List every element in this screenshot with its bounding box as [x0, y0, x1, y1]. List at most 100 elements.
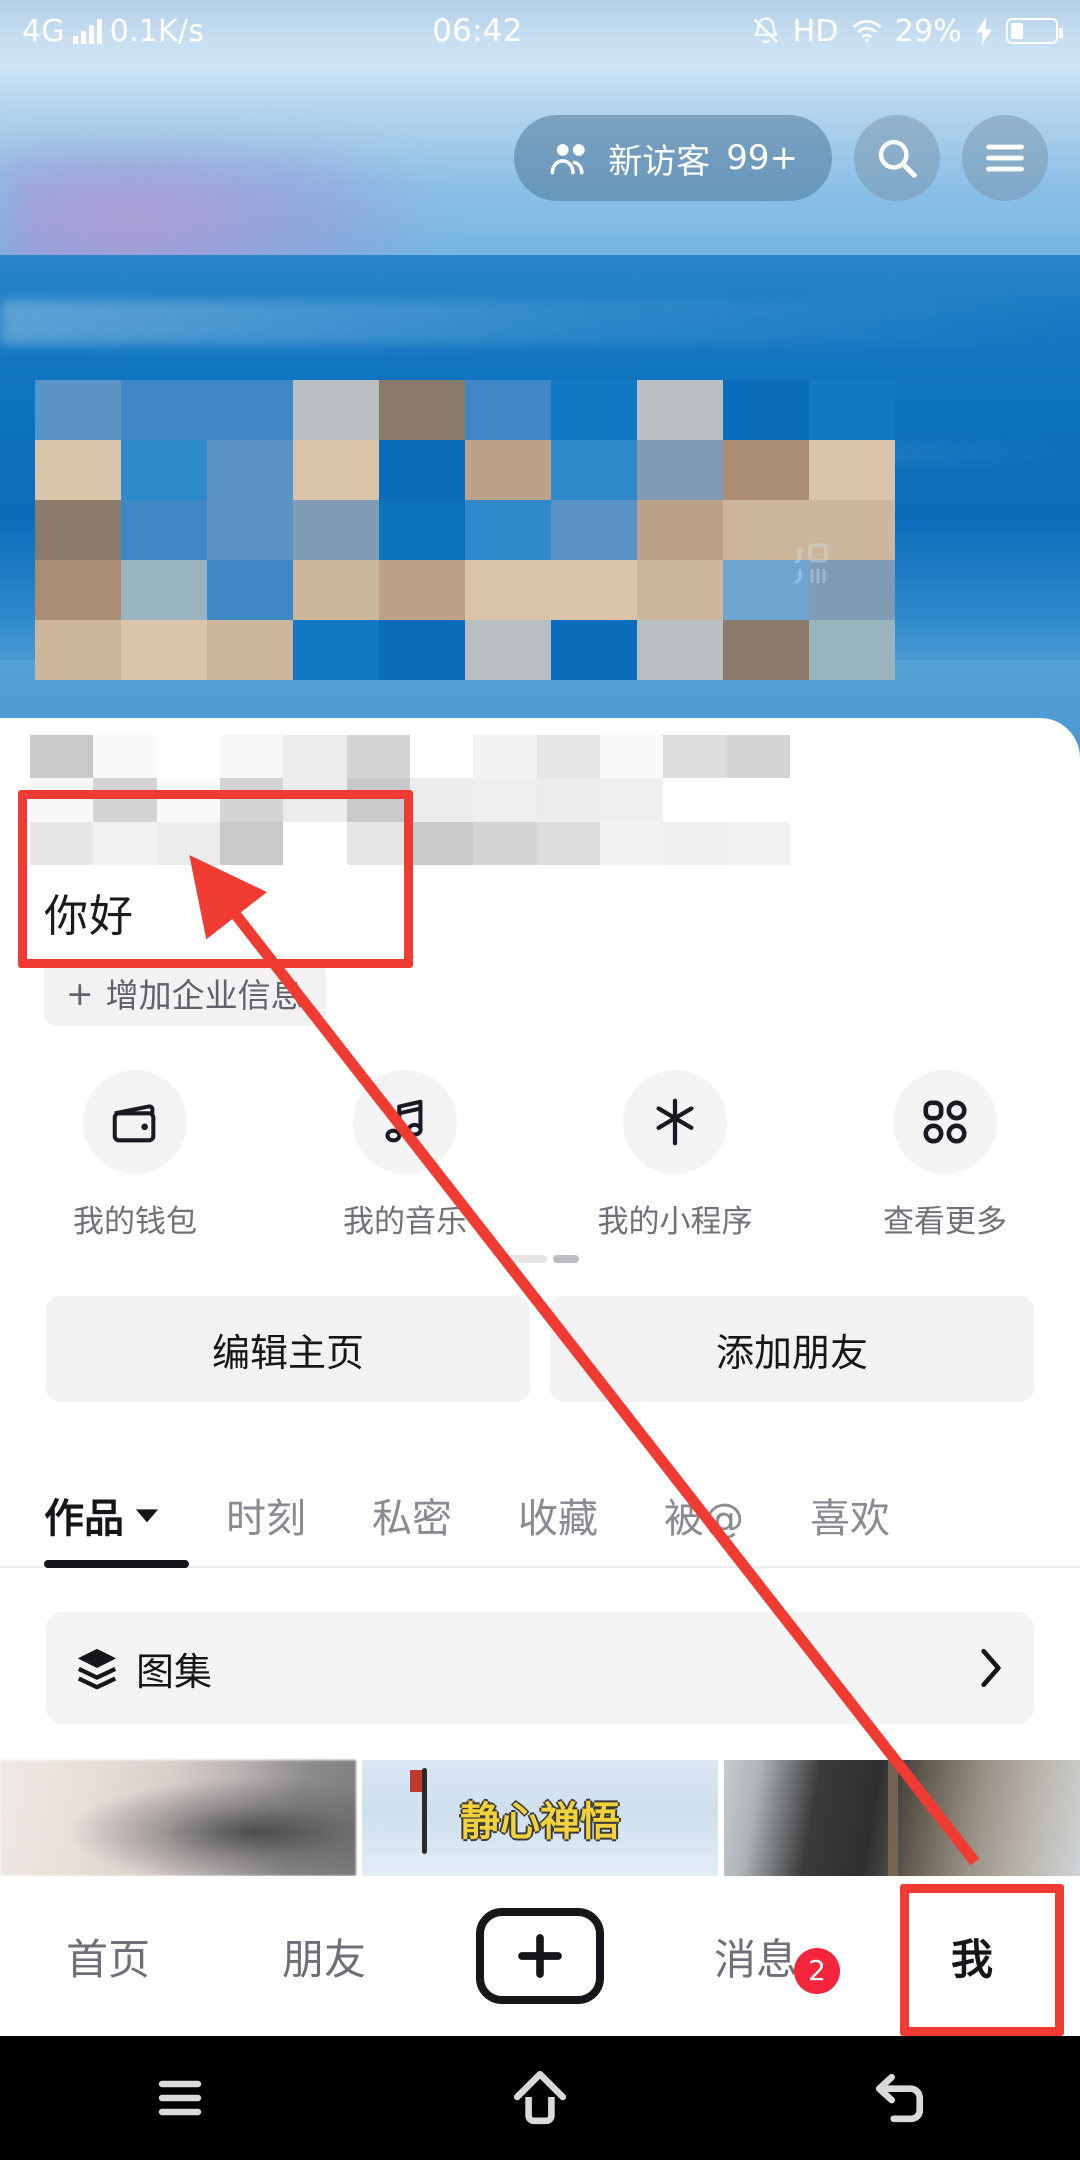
- quick-action-music[interactable]: 我的音乐: [270, 1070, 540, 1241]
- add-business-info-button[interactable]: + 增加企业信息: [44, 960, 326, 1026]
- page-dot-active: [553, 1255, 579, 1263]
- tab-likes[interactable]: 喜欢: [810, 1486, 890, 1544]
- mosaic-tile: [536, 778, 600, 822]
- mosaic-tile: [637, 500, 723, 560]
- mosaic-tile: [723, 380, 809, 440]
- thumbnail-man-outdoors[interactable]: [724, 1760, 1080, 1876]
- new-visitors-button[interactable]: 新访客 99+: [514, 115, 832, 201]
- content-tabs: 作品 时刻 私密 收藏 被@ 喜欢: [0, 1455, 1080, 1575]
- wifi-icon: [852, 20, 881, 43]
- mosaic-tile: [121, 620, 207, 680]
- bottom-nav-messages[interactable]: 消息 2: [648, 1926, 864, 1994]
- tab-mentions[interactable]: 被@: [664, 1486, 744, 1544]
- mosaic-tile: [35, 500, 121, 560]
- search-button[interactable]: [854, 115, 940, 201]
- quick-action-view-more[interactable]: 查看更多: [810, 1070, 1080, 1241]
- search-icon: [878, 139, 917, 178]
- status-bar: 4G 0.1K/s 06:42 HD 29%: [0, 0, 1080, 62]
- mosaic-tile: [207, 560, 293, 620]
- mosaic-tile: [726, 778, 790, 822]
- bottom-nav-create[interactable]: [432, 1908, 648, 2004]
- quick-action-wallet[interactable]: 我的钱包: [0, 1070, 270, 1241]
- mosaic-tile: [379, 380, 465, 440]
- tab-works[interactable]: 作品: [44, 1486, 160, 1544]
- mosaic-tile: [465, 440, 551, 500]
- android-recents-button[interactable]: [0, 2076, 360, 2120]
- mosaic-tile: [473, 821, 537, 865]
- data-rate-label: 0.1K/s: [109, 13, 205, 49]
- layers-icon: [77, 1648, 117, 1690]
- quick-action-icon-wrap: [83, 1070, 187, 1174]
- wallet-icon: [112, 1104, 156, 1143]
- album-row[interactable]: 图集: [46, 1612, 1034, 1724]
- thumbnail-calligraphy[interactable]: 静心禅悟: [362, 1760, 718, 1876]
- grid-apps-icon: [923, 1100, 967, 1144]
- tab-private[interactable]: 私密: [372, 1486, 452, 1544]
- chevron-right-icon: [981, 1648, 1001, 1688]
- annotation-box-nickname: [18, 790, 413, 968]
- charging-bolt-icon: [976, 17, 992, 45]
- profile-action-buttons: 编辑主页 添加朋友: [46, 1296, 1034, 1402]
- page-dot: [501, 1255, 547, 1263]
- home-icon: [513, 2070, 567, 2125]
- quick-action-icon-wrap: [353, 1070, 457, 1174]
- quick-action-mini-program[interactable]: 我的小程序: [540, 1070, 810, 1241]
- android-home-button[interactable]: [360, 2070, 720, 2126]
- mosaic-tile: [599, 735, 664, 779]
- mosaic-tile: [121, 560, 207, 620]
- mosaic-tile: [35, 560, 121, 620]
- quick-actions-page-indicator: [501, 1255, 579, 1263]
- video-grid: 静心禅悟: [0, 1760, 1080, 1876]
- hamburger-menu-icon: [986, 144, 1024, 172]
- mosaic-tile: [409, 821, 474, 865]
- plus-create-icon: [476, 1908, 604, 2004]
- android-navigation-bar: [0, 2036, 1080, 2160]
- bell-muted-icon: [753, 17, 778, 44]
- mosaic-tile: [465, 380, 551, 440]
- mosaic-tile: [207, 380, 293, 440]
- mosaic-tile: [121, 500, 207, 560]
- edit-homepage-button[interactable]: 编辑主页: [46, 1296, 530, 1402]
- quick-actions-row: 我的钱包 我的音乐 我的小程序 查看更多: [0, 1070, 1080, 1241]
- new-visitors-label: 新访客: [608, 141, 711, 182]
- plus-icon: [518, 1934, 562, 1978]
- mosaic-tile: [93, 735, 157, 779]
- brush-stroke: [422, 1768, 427, 1854]
- thumbnail-blurry-landscape[interactable]: [0, 1760, 356, 1876]
- mosaic-tile: [293, 620, 379, 680]
- douyin-watermark-icon: [794, 543, 828, 584]
- tab-favorites[interactable]: 收藏: [518, 1486, 598, 1544]
- mosaic-tile: [121, 440, 207, 500]
- quick-action-label: 我的音乐: [343, 1204, 467, 1240]
- menu-button[interactable]: [962, 115, 1048, 201]
- mosaic-tile: [809, 440, 895, 500]
- mosaic-tile: [379, 440, 465, 500]
- add-friend-button[interactable]: 添加朋友: [550, 1296, 1034, 1402]
- quick-action-label: 查看更多: [883, 1204, 1007, 1240]
- mosaic-tile: [219, 735, 284, 779]
- tab-active-underline: [44, 1560, 189, 1568]
- mosaic-tile: [293, 560, 379, 620]
- tab-moments[interactable]: 时刻: [226, 1486, 306, 1544]
- phone-screen: 4G 0.1K/s 06:42 HD 29% 新访客 99+ 你好 + 增加企业…: [0, 0, 1080, 2160]
- battery-icon: [1006, 18, 1063, 44]
- back-icon: [875, 2073, 924, 2123]
- album-label: 图集: [136, 1649, 213, 1694]
- mosaic-tile: [536, 735, 600, 779]
- mosaic-tile: [465, 500, 551, 560]
- mosaic-tile: [723, 440, 809, 500]
- android-back-button[interactable]: [720, 2073, 1080, 2123]
- mosaic-tile: [473, 778, 537, 822]
- thumbnail-calligraphy-text: 静心禅悟: [460, 1799, 620, 1845]
- bottom-nav-friends[interactable]: 朋友: [216, 1926, 432, 1987]
- mosaic-tile: [637, 380, 723, 440]
- mosaic-tile: [409, 735, 474, 779]
- tab-label: 作品: [44, 1496, 124, 1542]
- mosaic-tile: [726, 735, 790, 779]
- mosaic-tile: [465, 560, 551, 620]
- quick-action-label: 我的小程序: [597, 1204, 753, 1240]
- mosaic-tile: [599, 821, 664, 865]
- mosaic-tile: [30, 735, 94, 779]
- bottom-nav-home[interactable]: 首页: [0, 1926, 216, 1987]
- mosaic-tile: [536, 821, 600, 865]
